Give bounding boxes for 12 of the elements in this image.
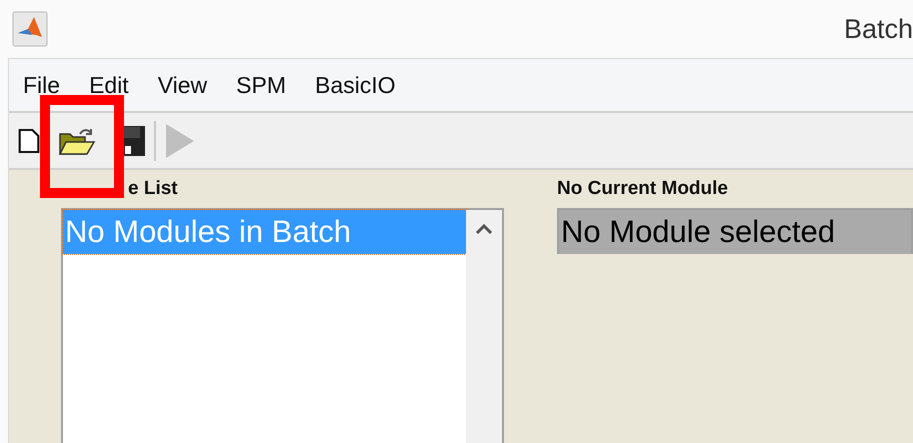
panel-label: e List — [128, 177, 178, 201]
list-item[interactable]: No Module selected — [559, 210, 911, 254]
menu-item[interactable]: Edit — [89, 68, 129, 102]
app-logo-icon — [12, 11, 48, 47]
menu-item[interactable]: View — [158, 68, 208, 102]
menu-item[interactable]: BasicIO — [314, 68, 396, 102]
window-title: Batch — [844, 12, 913, 46]
panel-label: No Current Module — [557, 177, 728, 201]
menu-item[interactable]: File — [23, 68, 60, 102]
play-icon — [164, 122, 196, 160]
menu-item[interactable]: SPM — [236, 68, 286, 102]
scrollbar[interactable] — [466, 210, 502, 443]
